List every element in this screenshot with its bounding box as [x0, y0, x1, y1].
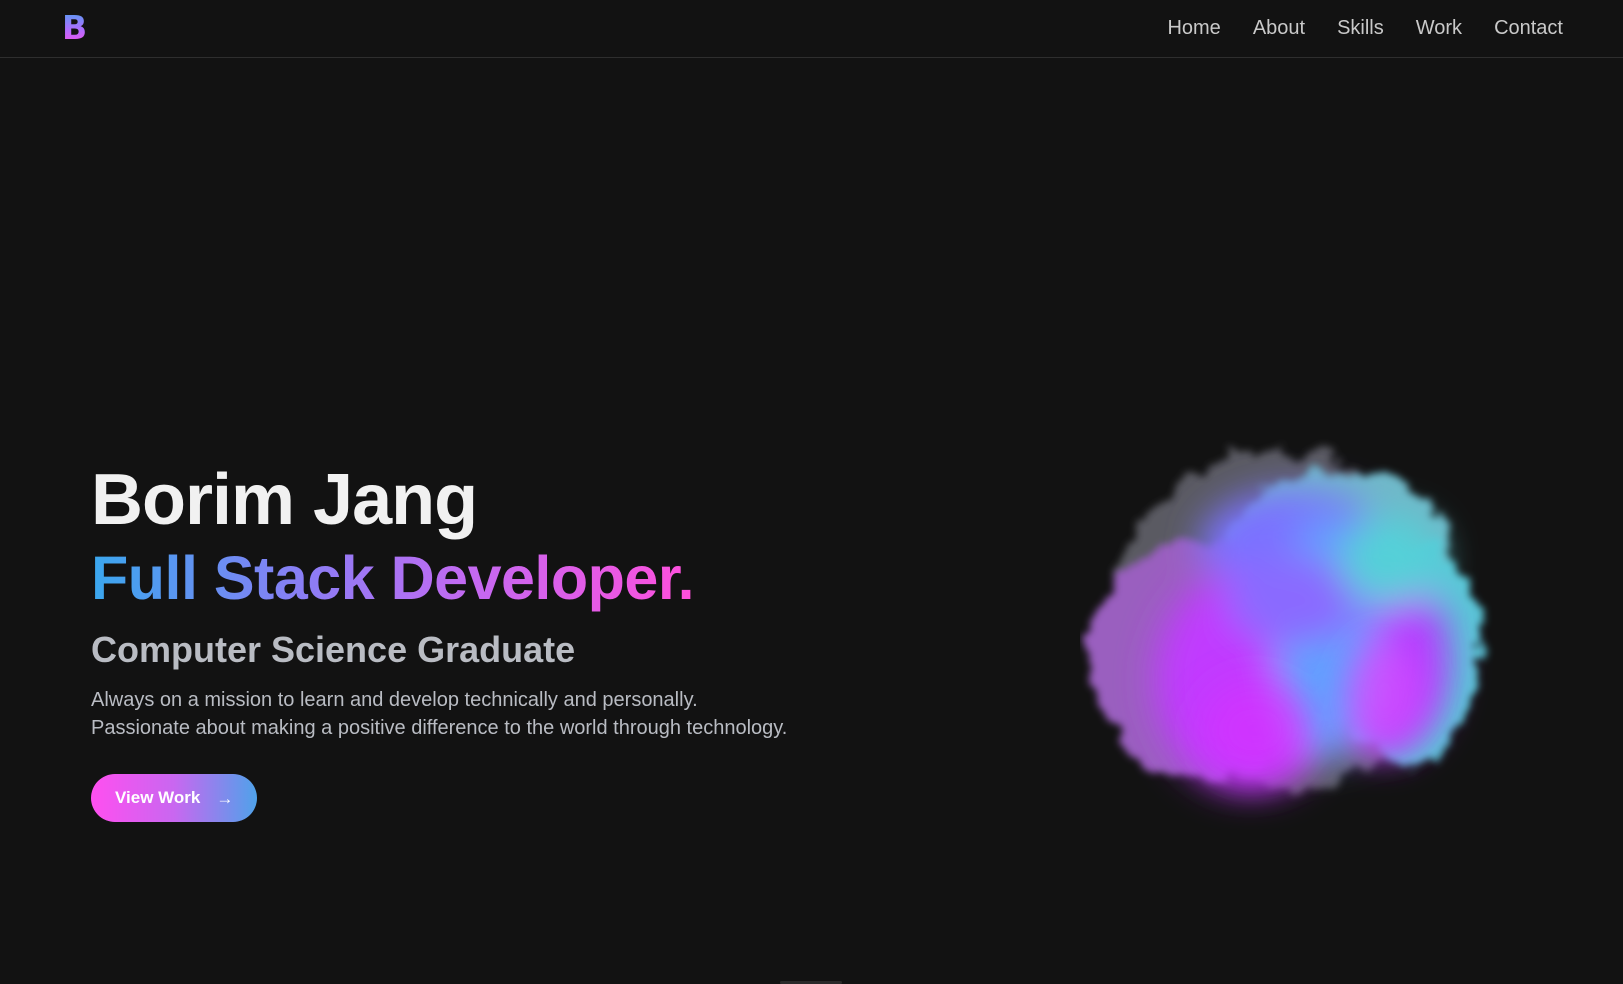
hero-role: Full Stack Developer. [91, 544, 695, 612]
tagline-line-2: Passionate about making a positive diffe… [91, 717, 788, 739]
hero-name: Borim Jang [91, 460, 478, 540]
tagline-line-1: Always on a mission to learn and develop… [91, 689, 698, 711]
nav-links: Home About Skills Work Contact [1167, 0, 1563, 56]
top-navbar: B Home About Skills Work Contact [0, 0, 1623, 58]
hero-degree: Computer Science Graduate [91, 629, 576, 670]
nav-link-home[interactable]: Home [1167, 17, 1220, 40]
brand-logo[interactable]: B [62, 9, 87, 47]
nav-link-contact[interactable]: Contact [1494, 17, 1563, 40]
hero-role-wrap: Full Stack Developer. [91, 540, 911, 614]
nav-link-skills[interactable]: Skills [1337, 17, 1384, 40]
view-work-button[interactable]: View Work → [91, 774, 258, 822]
nebula-blob-illustration [1080, 430, 1500, 830]
view-work-label: View Work [115, 788, 201, 807]
hero-tagline: Always on a mission to learn and develop… [91, 686, 911, 742]
hero-section: Borim Jang Full Stack Developer. Compute… [91, 460, 911, 822]
nav-link-work[interactable]: Work [1416, 17, 1462, 40]
arrow-right-icon: → [216, 788, 234, 808]
nav-link-about[interactable]: About [1253, 17, 1305, 40]
page: B Home About Skills Work Contact Borim J… [0, 0, 1623, 984]
